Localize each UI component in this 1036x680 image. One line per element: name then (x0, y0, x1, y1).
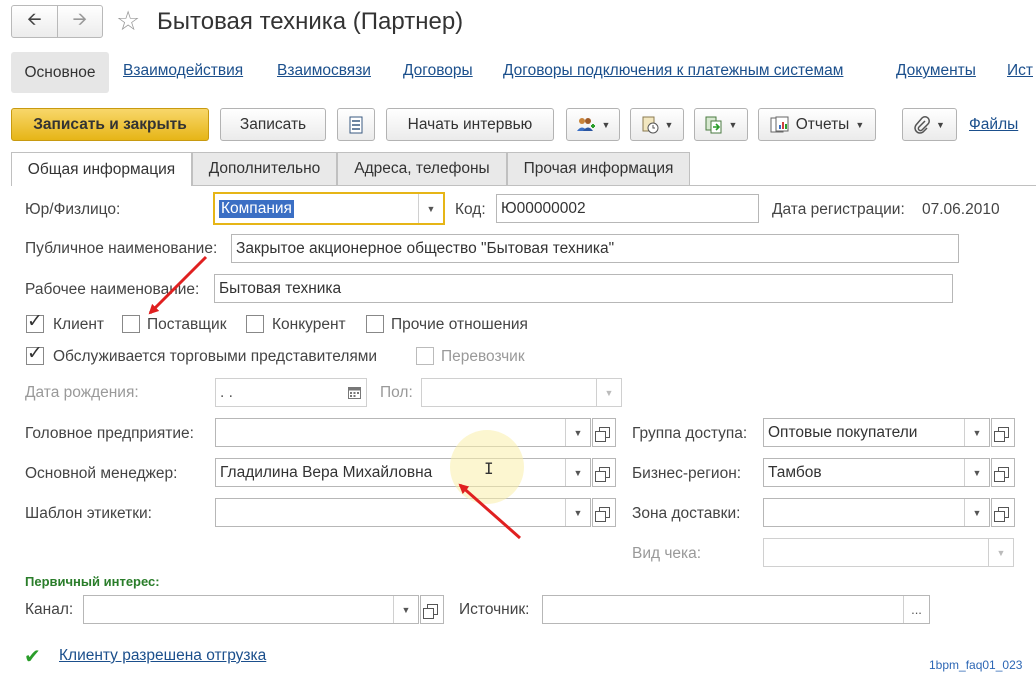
tab-general-info[interactable]: Общая информация (11, 152, 192, 186)
annotation-arrows (148, 255, 521, 540)
annotation-arrow-manager (458, 483, 521, 540)
annotation-arrow-supplier (148, 255, 208, 315)
